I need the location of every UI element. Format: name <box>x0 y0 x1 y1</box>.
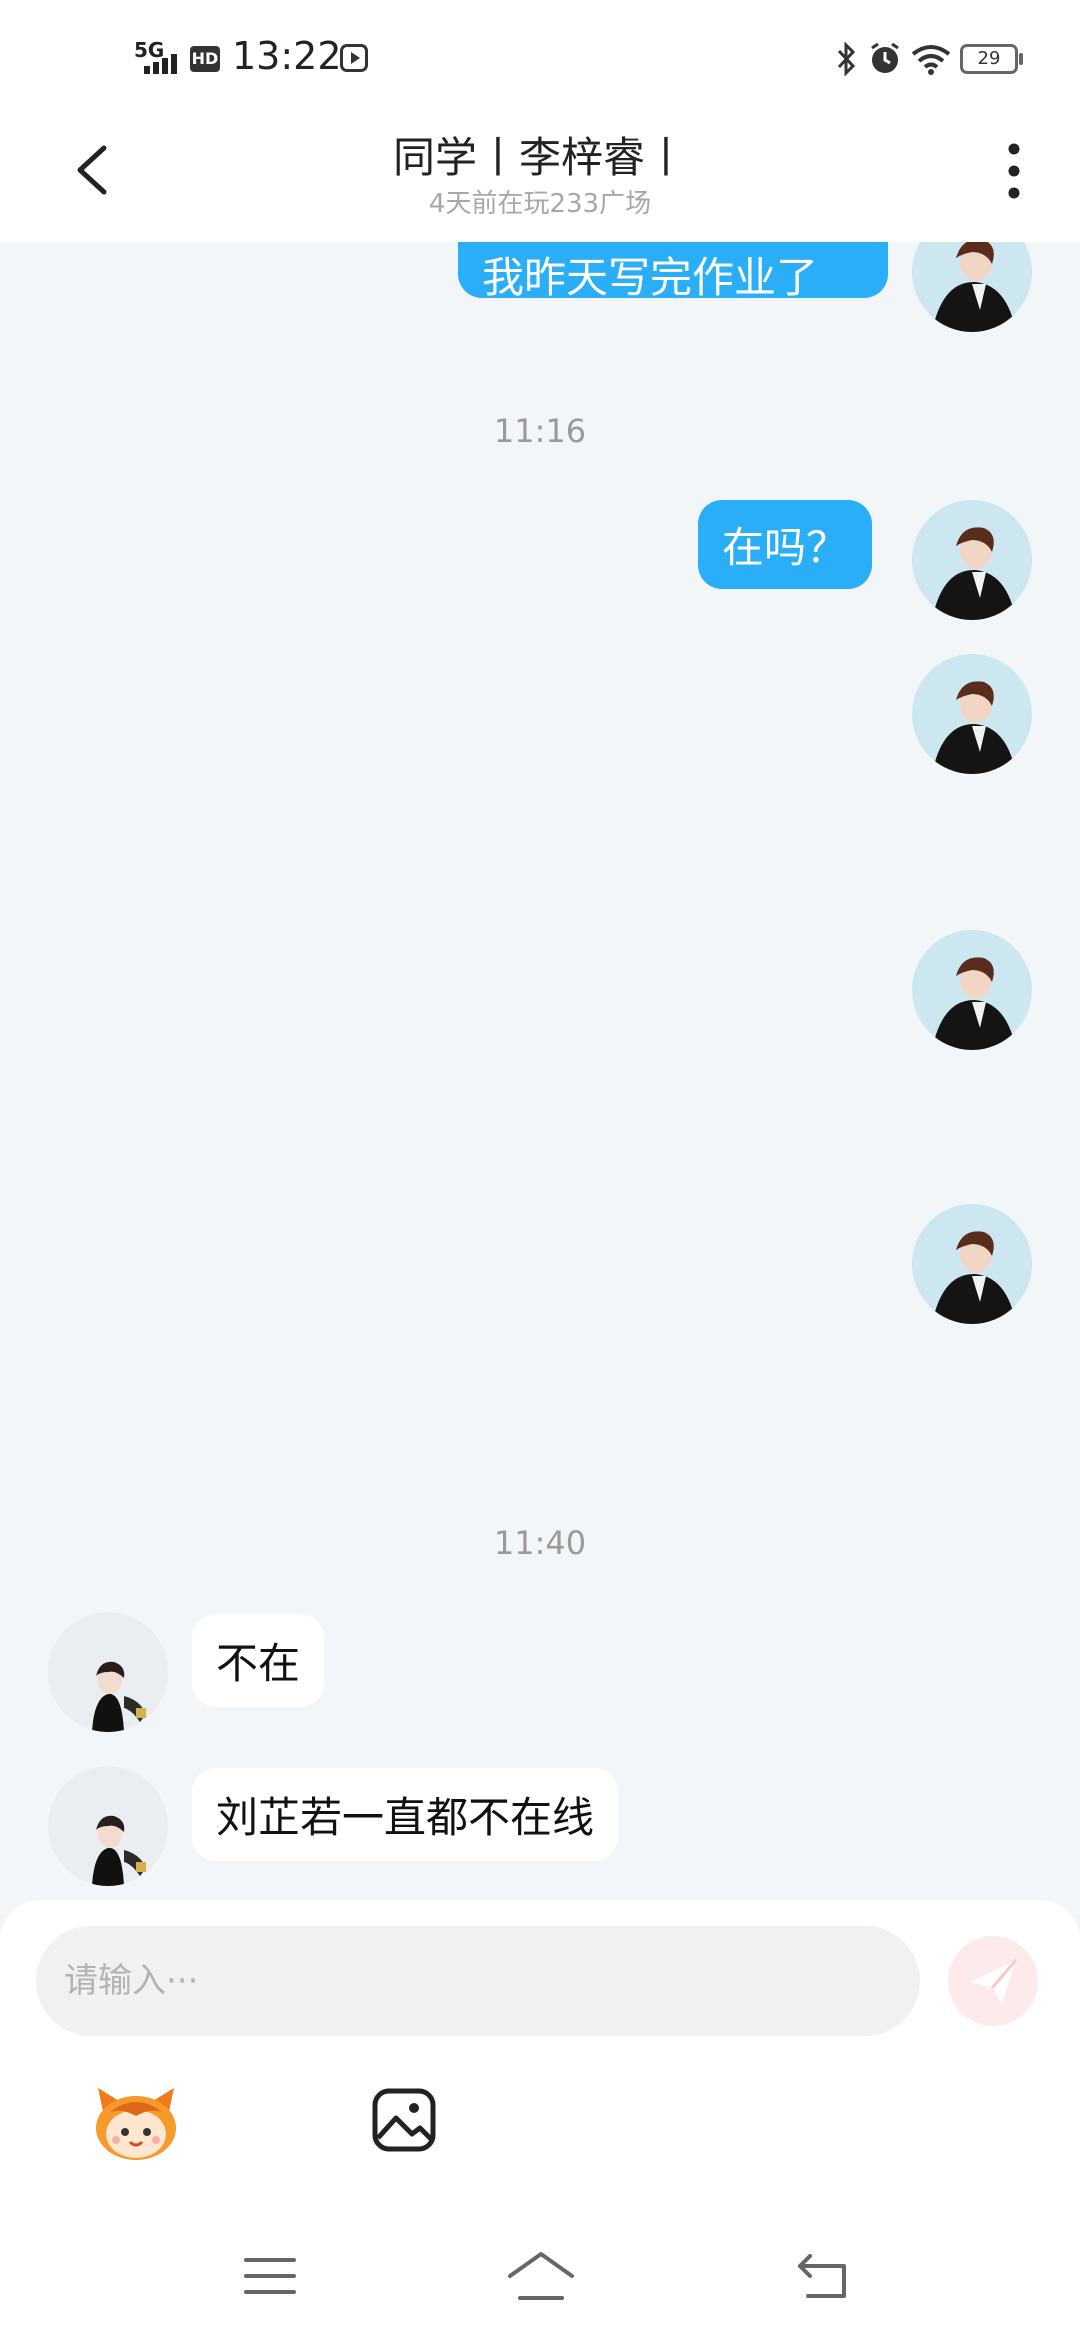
chat-title: 同学丨李梓睿丨 <box>392 133 687 182</box>
avatar-contact[interactable] <box>48 1612 168 1732</box>
back-icon[interactable] <box>796 2252 852 2300</box>
message-bubble-outgoing[interactable]: 在吗？ <box>698 500 873 589</box>
home-icon[interactable] <box>506 2250 576 2302</box>
message-bubble-outgoing[interactable]: 我昨天写完作业了 <box>458 242 888 302</box>
send-icon <box>970 1959 1018 2004</box>
send-button[interactable] <box>948 1936 1038 2026</box>
wifi-icon <box>911 45 951 75</box>
message-bubble-incoming[interactable]: 刘芷若一直都不在线 <box>192 1768 619 1861</box>
timestamp: 11:16 <box>493 412 587 450</box>
signal-icon <box>144 54 177 74</box>
menu-icon[interactable] <box>244 2256 296 2296</box>
more-vertical-icon[interactable] <box>1000 142 1028 200</box>
timestamp: 11:40 <box>493 1524 587 1562</box>
battery-indicator: 29 <box>960 44 1018 74</box>
avatar-self[interactable] <box>912 1204 1032 1324</box>
avatar-self[interactable] <box>912 242 1032 332</box>
battery-tip <box>1019 53 1023 65</box>
avatar-contact[interactable] <box>48 1766 168 1886</box>
message-input[interactable] <box>36 1926 920 2036</box>
message-list[interactable]: 我昨天写完作业了 11:16 在吗？ 11:40 不在 刘芷若一直都不在线 <box>0 242 1080 1900</box>
avatar-self[interactable] <box>912 654 1032 774</box>
avatar-self[interactable] <box>912 930 1032 1050</box>
image-icon[interactable] <box>372 2088 436 2152</box>
hd-badge: HD <box>190 46 220 72</box>
avatar-self[interactable] <box>912 500 1032 620</box>
message-bubble-incoming[interactable]: 不在 <box>192 1614 325 1707</box>
status-time: 13:22 <box>232 34 342 78</box>
alarm-icon <box>871 42 899 73</box>
mascot-emoji-icon[interactable] <box>90 2082 182 2164</box>
bluetooth-icon <box>837 42 856 76</box>
chat-subtitle: 4天前在玩233广场 <box>428 189 652 219</box>
screen-record-icon <box>340 44 368 72</box>
